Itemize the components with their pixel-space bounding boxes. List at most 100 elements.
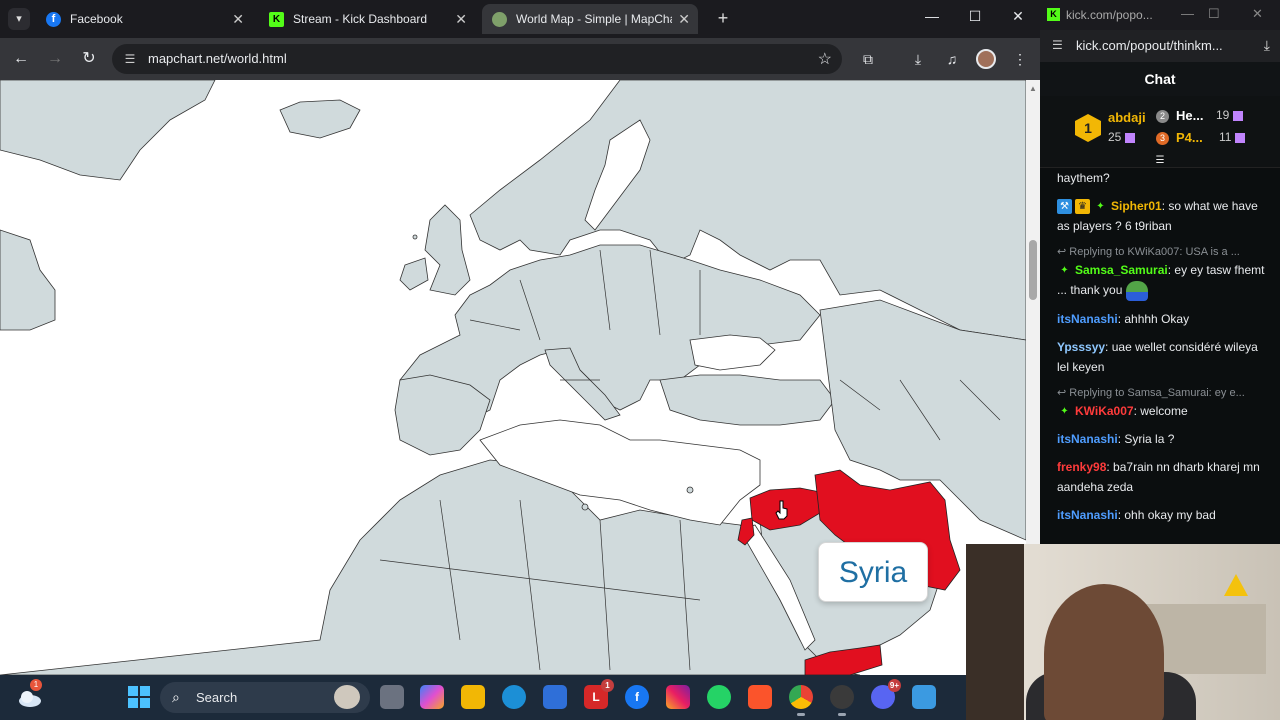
- message-username[interactable]: itsNanashi: [1057, 508, 1118, 522]
- whatsapp-icon[interactable]: [707, 685, 731, 709]
- chat-window-titlebar: K kick.com/popo... — ☐ ✕: [1040, 0, 1280, 30]
- map-viewport[interactable]: Syria: [0, 80, 1026, 675]
- chrome-icon[interactable]: [789, 685, 813, 716]
- facebook-icon[interactable]: f: [625, 685, 649, 709]
- paint-icon[interactable]: [912, 685, 936, 709]
- message-username[interactable]: itsNanashi: [1057, 432, 1118, 446]
- scroll-up-icon[interactable]: ▲: [1029, 84, 1037, 93]
- reload-icon[interactable]: ↻: [78, 48, 100, 70]
- kick-icon: K: [1047, 8, 1060, 21]
- leaderboard-name-3[interactable]: P4...: [1176, 130, 1203, 145]
- bookmark-star-icon[interactable]: ☆: [818, 49, 832, 69]
- chat-message: ↩ Replying to KWiKa007: USA is a ... ✦ Sa…: [1057, 244, 1270, 301]
- scrollbar-thumb[interactable]: [1029, 240, 1037, 300]
- globe-icon: [492, 12, 507, 27]
- file-explorer-icon[interactable]: [380, 685, 404, 709]
- pepe-emote: [1125, 280, 1148, 301]
- tab-title: World Map - Simple | MapChart: [516, 12, 672, 26]
- brave-icon[interactable]: [748, 685, 772, 709]
- chat-message: itsNanashi: Syria la ?: [1057, 431, 1175, 446]
- reply-context[interactable]: ↩ Replying to Samsa_Samurai: ey e...: [1057, 385, 1270, 401]
- chat-message: Ypsssyy: uae wellet considéré wileya lel…: [1057, 339, 1258, 374]
- leaderboard-name-1[interactable]: abdaji: [1108, 110, 1146, 125]
- tab-title: Stream - Kick Dashboard: [293, 12, 428, 26]
- maximize-icon[interactable]: ☐: [961, 8, 989, 25]
- reply-context[interactable]: ↩ Replying to KWiKa007: USA is a ...: [1057, 244, 1270, 260]
- close-tab-icon[interactable]: ✕: [232, 4, 244, 34]
- tab-facebook[interactable]: f Facebook ✕: [36, 4, 252, 34]
- chat-message: itsNanashi: ahhhh Okay: [1057, 311, 1190, 326]
- tab-title: Facebook: [70, 12, 123, 26]
- edge-icon[interactable]: [502, 685, 526, 709]
- profile-avatar[interactable]: [976, 49, 996, 69]
- media-control-icon[interactable]: ♫: [942, 49, 962, 69]
- greenland-shape: [0, 80, 216, 181]
- message-username[interactable]: Ypsssyy: [1057, 340, 1105, 354]
- minimize-icon[interactable]: —: [1181, 6, 1194, 21]
- facebook-icon: f: [46, 12, 61, 27]
- url-text[interactable]: mapchart.net/world.html: [148, 51, 287, 66]
- message-username[interactable]: frenky98: [1057, 460, 1106, 474]
- message-text: ahhhh Okay: [1124, 311, 1190, 326]
- chat-url-text[interactable]: kick.com/popout/thinkm...: [1076, 38, 1223, 53]
- start-button[interactable]: [128, 686, 150, 708]
- message-username[interactable]: KWiKa007: [1075, 404, 1134, 418]
- search-label: Search: [196, 690, 238, 705]
- tab-search-button[interactable]: ▾: [8, 8, 30, 30]
- leaderboard-count-3: 11: [1219, 130, 1246, 144]
- close-window-icon[interactable]: ✕: [1004, 8, 1032, 25]
- close-window-icon[interactable]: ✕: [1252, 6, 1263, 22]
- leaderboard-count-1: 25: [1108, 130, 1136, 144]
- back-icon[interactable]: ←: [10, 48, 32, 70]
- chat-address-bar[interactable]: ☰ kick.com/popout/thinkm... ⤓: [1040, 30, 1280, 62]
- folder-icon[interactable]: [461, 685, 485, 709]
- maximize-icon[interactable]: ☐: [1208, 6, 1220, 22]
- gift-icon: [1233, 110, 1244, 121]
- menu-icon[interactable]: ⋮: [1010, 49, 1030, 69]
- turkey-shape: [659, 374, 836, 426]
- tab-bar: ▾ f Facebook ✕ K Stream - Kick Dashboard…: [0, 0, 1040, 38]
- chat-message: ⚒ ♛ ✦ Sipher01: so what we have as players …: [1057, 199, 1258, 233]
- message-username[interactable]: Sipher01: [1111, 199, 1162, 213]
- message-username[interactable]: Samsa_Samurai: [1075, 263, 1168, 277]
- chat-window-title: kick.com/popo...: [1066, 8, 1153, 22]
- chat-messages[interactable]: haythem? ⚒ ♛ ✦ Sipher01: so what we have as…: [1040, 168, 1280, 544]
- rank-2-badge: 2: [1156, 110, 1169, 123]
- message-text: welcome: [1140, 403, 1188, 418]
- tab-kick-dashboard[interactable]: K Stream - Kick Dashboard ✕: [259, 4, 475, 34]
- chat-message: frenky98: ba7rain nn dharb kharej mn aan…: [1057, 459, 1260, 494]
- windows-taskbar: 1 ⌕ Search L1 f 9+: [0, 675, 966, 720]
- new-tab-button[interactable]: +: [712, 7, 734, 29]
- store-icon[interactable]: [543, 685, 567, 709]
- leaderboard-count-2: 19: [1216, 108, 1244, 122]
- download-icon[interactable]: ⤓: [908, 49, 928, 69]
- forward-icon[interactable]: →: [44, 48, 66, 70]
- download-icon[interactable]: ⤓: [1264, 37, 1270, 54]
- site-info-icon[interactable]: ☰: [122, 51, 138, 67]
- leaderboard-name-2[interactable]: He...: [1176, 108, 1203, 123]
- message-text: ohh okay my bad: [1124, 507, 1216, 522]
- notification-count: 1: [601, 679, 614, 692]
- tab-mapchart[interactable]: World Map - Simple | MapChart ✕: [482, 4, 698, 34]
- sparkle-badge: ✦: [1096, 201, 1105, 213]
- weather-notification-badge: 1: [30, 679, 42, 691]
- address-bar[interactable]: ☰ mapchart.net/world.html ☆: [112, 44, 842, 74]
- hand-cursor-icon: [775, 500, 788, 520]
- message-username[interactable]: itsNanashi: [1057, 312, 1118, 326]
- site-info-icon[interactable]: ☰: [1052, 38, 1063, 52]
- gift-icon: [1235, 132, 1246, 143]
- minimize-icon[interactable]: —: [918, 8, 946, 24]
- gift-icon: [1125, 132, 1136, 143]
- rank-1-badge: 1: [1075, 114, 1101, 142]
- close-tab-icon[interactable]: ✕: [678, 4, 690, 34]
- l-app-icon[interactable]: L1: [584, 679, 614, 709]
- chat-popout-window: K kick.com/popo... — ☐ ✕ ☰ kick.com/popo…: [1040, 0, 1280, 544]
- m365-icon[interactable]: [420, 685, 444, 709]
- extensions-icon[interactable]: ⧉: [858, 49, 878, 69]
- discord-icon[interactable]: 9+: [871, 679, 901, 709]
- taskbar-search[interactable]: ⌕ Search: [160, 682, 370, 713]
- instagram-icon[interactable]: [666, 685, 690, 709]
- close-tab-icon[interactable]: ✕: [455, 4, 467, 34]
- obs-icon[interactable]: [830, 685, 854, 716]
- expand-leaderboard-icon[interactable]: ☰: [1152, 156, 1168, 166]
